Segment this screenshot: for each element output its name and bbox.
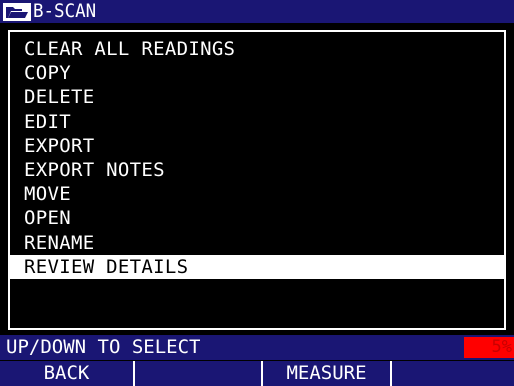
- menu-item-delete[interactable]: DELETE: [10, 85, 504, 109]
- softkey-measure[interactable]: MEASURE: [263, 361, 392, 386]
- menu-panel: CLEAR ALL READINGS COPY DELETE EDIT EXPO…: [8, 30, 506, 330]
- menu-item-export-notes[interactable]: EXPORT NOTES: [10, 158, 504, 182]
- menu-item-copy[interactable]: COPY: [10, 61, 504, 85]
- menu-item-export[interactable]: EXPORT: [10, 134, 504, 158]
- menu-item-rename[interactable]: RENAME: [10, 231, 504, 255]
- battery-indicator: 5%: [464, 337, 514, 358]
- gauge-screen: B-SCAN CLEAR ALL READINGS COPY DELETE ED…: [0, 0, 514, 386]
- title-bar: B-SCAN: [0, 0, 514, 23]
- softkey-back[interactable]: BACK: [0, 361, 135, 386]
- softkey-4[interactable]: [392, 361, 514, 386]
- softkey-bar: BACK MEASURE: [0, 361, 514, 386]
- softkey-2[interactable]: [135, 361, 263, 386]
- menu-item-move[interactable]: MOVE: [10, 182, 504, 206]
- menu-item-open[interactable]: OPEN: [10, 206, 504, 230]
- status-bar: UP/DOWN TO SELECT 5%: [0, 335, 514, 360]
- status-hint: UP/DOWN TO SELECT: [6, 336, 201, 358]
- page-title: B-SCAN: [33, 0, 97, 22]
- menu-list: CLEAR ALL READINGS COPY DELETE EDIT EXPO…: [10, 37, 504, 279]
- folder-open-icon: [2, 1, 32, 22]
- battery-level: 5%: [491, 337, 512, 357]
- menu-item-edit[interactable]: EDIT: [10, 110, 504, 134]
- menu-item-clear-all-readings[interactable]: CLEAR ALL READINGS: [10, 37, 504, 61]
- menu-item-review-details[interactable]: REVIEW DETAILS: [10, 254, 504, 279]
